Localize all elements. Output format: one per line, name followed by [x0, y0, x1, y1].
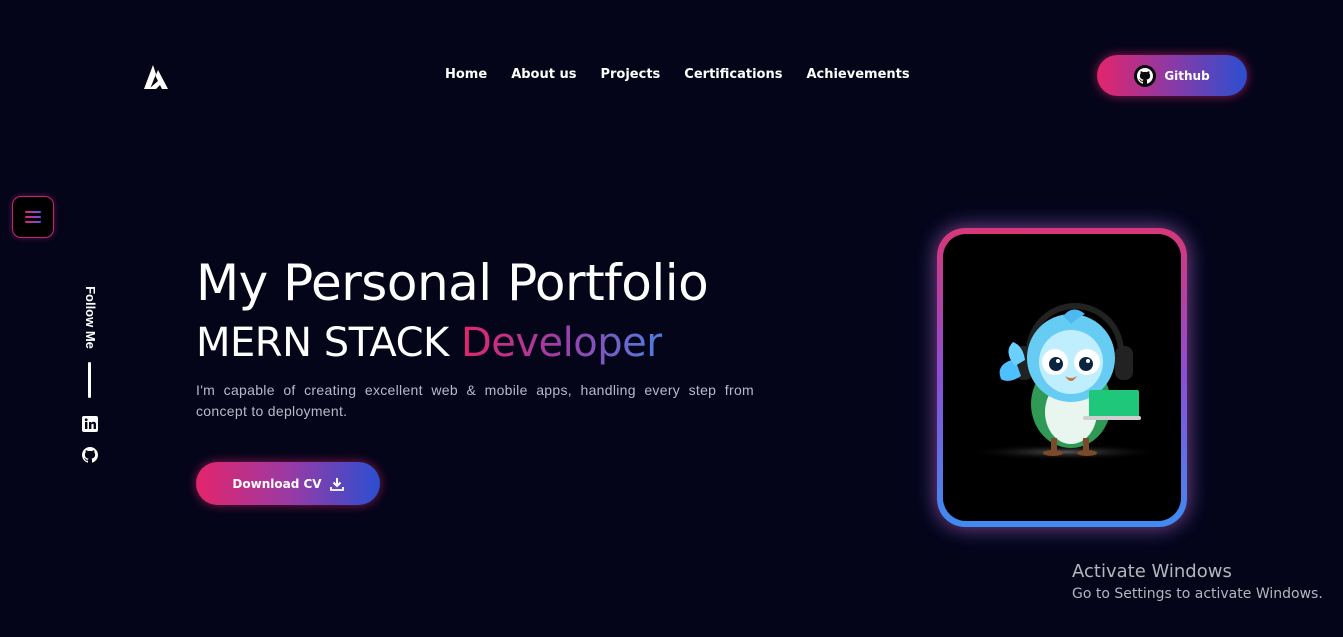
github-button[interactable]: Github [1097, 55, 1247, 96]
follow-divider [88, 362, 91, 398]
hamburger-icon [25, 211, 41, 213]
avatar-frame [937, 228, 1187, 527]
download-icon [329, 477, 344, 491]
github-icon [1134, 64, 1157, 87]
hero-title: My Personal Portfolio [196, 254, 709, 312]
github-icon[interactable] [82, 447, 98, 463]
hero-subtitle-highlight: Developer [460, 320, 663, 366]
menu-toggle-button[interactable] [12, 196, 54, 238]
nav-certifications[interactable]: Certifications [684, 67, 782, 82]
hero-subtitle: MERN STACK Developer [196, 320, 663, 366]
follow-me-label-wrap: Follow Me [80, 282, 100, 352]
nav-achievements[interactable]: Achievements [806, 67, 909, 82]
hero-description: I'm capable of creating excellent web & … [196, 382, 754, 419]
avatar-image [943, 234, 1181, 521]
follow-me-label: Follow Me [82, 285, 98, 349]
download-cv-button[interactable]: Download CV [196, 462, 380, 505]
nav-projects[interactable]: Projects [600, 67, 660, 82]
linkedin-icon[interactable] [82, 416, 98, 432]
windows-activation-watermark: Activate Windows Go to Settings to activ… [1072, 561, 1323, 604]
activate-windows-title: Activate Windows [1072, 561, 1232, 582]
download-cv-label: Download CV [232, 476, 322, 491]
main-nav: Home About us Projects Certifications Ac… [445, 67, 910, 82]
nav-about-us[interactable]: About us [511, 67, 576, 82]
nav-home[interactable]: Home [445, 67, 487, 82]
hero-subtitle-prefix: MERN STACK [196, 320, 461, 366]
logo-icon[interactable] [143, 64, 173, 90]
github-button-label: Github [1164, 68, 1210, 83]
activate-windows-subtitle: Go to Settings to activate Windows. [1072, 586, 1323, 602]
owl-mascot-illustration [965, 303, 1165, 460]
